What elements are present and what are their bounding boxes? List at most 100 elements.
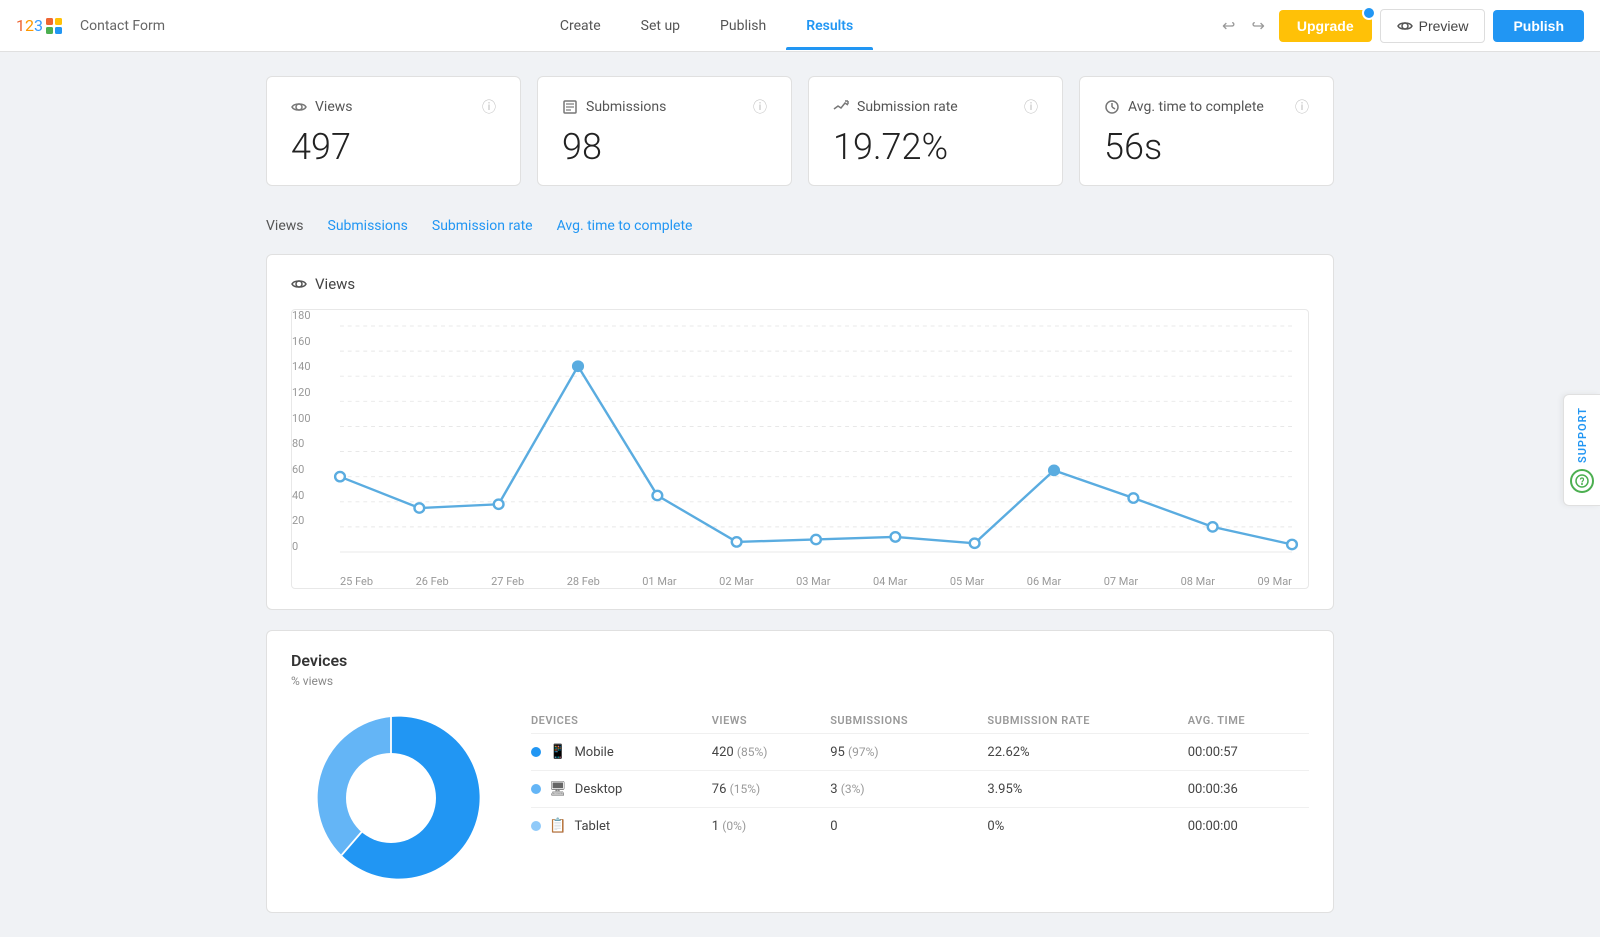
device-name-label: Desktop (575, 782, 623, 797)
devices-subtitle: % views (291, 674, 1309, 688)
stat-card-submissions-header: Submissions ⓘ (562, 97, 767, 117)
stat-card-views-header: Views ⓘ (291, 97, 496, 117)
tab-avg-time[interactable]: Avg. time to complete (557, 214, 693, 238)
device-type-icon: 🖥 (549, 781, 567, 797)
chart-container: 180 160 140 120 100 80 60 40 20 0 25 Feb… (291, 309, 1309, 589)
views-chart-panel: Views (266, 254, 1334, 610)
nav-set-up[interactable]: Set up (621, 2, 700, 50)
chart-panel-title: Views (291, 275, 1309, 293)
stat-avg-time-value: 56s (1104, 129, 1309, 165)
col-devices: DEVICES (531, 708, 712, 734)
avg-time-info-icon[interactable]: ⓘ (1295, 97, 1309, 117)
device-name-cell: 📱 Mobile (531, 734, 712, 771)
stat-views-label: Views (291, 99, 353, 115)
logo: 1 2 3 (16, 16, 64, 36)
col-submission-rate: SUBMISSION RATE (987, 708, 1187, 734)
views-icon (291, 99, 307, 115)
device-views: 76 (15%) (712, 771, 830, 808)
device-row-desktop: 🖥 Desktop 76 (15%) 3 (3%) 3.95% 00:00:36 (531, 771, 1309, 808)
device-name-label: Mobile (574, 745, 613, 760)
views-chart-svg (340, 326, 1292, 552)
nav-results[interactable]: Results (786, 2, 873, 50)
stat-card-views: Views ⓘ 497 (266, 76, 521, 186)
support-icon (1570, 469, 1594, 493)
device-submission-rate: 0% (987, 808, 1187, 845)
device-name-label: Tablet (574, 819, 610, 834)
device-row-mobile: 📱 Mobile 420 (85%) 95 (97%) 22.62% 00:00… (531, 734, 1309, 771)
preview-button[interactable]: Preview (1380, 9, 1486, 43)
stat-card-submission-rate: Submission rate ⓘ 19.72% (808, 76, 1063, 186)
stat-submission-rate-label: Submission rate (833, 99, 958, 115)
redo-button[interactable]: ↪ (1245, 10, 1270, 42)
upgrade-button[interactable]: Upgrade (1279, 10, 1372, 42)
col-avg-time: AVG. TIME (1188, 708, 1309, 734)
chart-tabs: Views Submissions Submission rate Avg. t… (266, 214, 1334, 238)
stat-card-avg-time-header: Avg. time to complete ⓘ (1104, 97, 1309, 117)
eye-icon (1397, 18, 1413, 34)
chart-views-icon (291, 276, 307, 292)
undo-redo-group: ↩ ↪ (1216, 10, 1271, 42)
logo-digit-3: 3 (34, 16, 43, 35)
x-axis-labels: 25 Feb 26 Feb 27 Feb 28 Feb 01 Mar 02 Ma… (340, 575, 1292, 588)
tab-submission-rate[interactable]: Submission rate (432, 214, 533, 238)
submissions-info-icon[interactable]: ⓘ (753, 97, 767, 117)
logo-digit-2: 2 (25, 16, 34, 35)
col-views: VIEWS (712, 708, 830, 734)
support-label: SUPPORT (1576, 407, 1589, 463)
device-avg-time: 00:00:36 (1188, 771, 1309, 808)
y-axis-labels: 180 160 140 120 100 80 60 40 20 0 (292, 310, 311, 552)
pie-svg (291, 708, 491, 888)
main-content: Views ⓘ 497 Submissions ⓘ 98 (250, 52, 1350, 937)
device-name-cell: 🖥 Desktop (531, 771, 712, 808)
undo-button[interactable]: ↩ (1216, 10, 1241, 42)
form-title: Contact Form (80, 18, 165, 34)
avg-time-icon (1104, 99, 1120, 115)
device-views: 420 (85%) (712, 734, 830, 771)
device-type-icon: 📱 (549, 744, 566, 760)
stat-avg-time-label: Avg. time to complete (1104, 99, 1264, 115)
device-submission-rate: 22.62% (987, 734, 1187, 771)
views-info-icon[interactable]: ⓘ (482, 97, 496, 117)
stat-submissions-value: 98 (562, 129, 767, 165)
device-name-cell: 📋 Tablet (531, 808, 712, 845)
device-row-tablet: 📋 Tablet 1 (0%) 0 0% 00:00:00 (531, 808, 1309, 845)
header-actions: ↩ ↪ Upgrade Preview Publish (1216, 9, 1584, 43)
submission-rate-info-icon[interactable]: ⓘ (1024, 97, 1038, 117)
stat-views-value: 497 (291, 129, 496, 165)
col-submissions: SUBMISSIONS (830, 708, 987, 734)
stat-card-submission-rate-header: Submission rate ⓘ (833, 97, 1038, 117)
devices-content: DEVICES VIEWS SUBMISSIONS SUBMISSION RAT… (291, 708, 1309, 892)
device-submissions: 3 (3%) (830, 771, 987, 808)
submissions-icon (562, 99, 578, 115)
device-avg-time: 00:00:00 (1188, 808, 1309, 845)
stat-submission-rate-value: 19.72% (833, 129, 1038, 165)
device-submission-rate: 3.95% (987, 771, 1187, 808)
devices-panel: Devices % views (266, 630, 1334, 913)
stats-grid: Views ⓘ 497 Submissions ⓘ 98 (266, 76, 1334, 186)
stat-submissions-label: Submissions (562, 99, 666, 115)
device-avg-time: 00:00:57 (1188, 734, 1309, 771)
tab-views[interactable]: Views (266, 214, 304, 238)
nav-create[interactable]: Create (540, 2, 621, 50)
device-submissions: 0 (830, 808, 987, 845)
device-dot (531, 784, 541, 794)
logo-digit-1: 1 (16, 16, 25, 35)
device-submissions: 95 (97%) (830, 734, 987, 771)
device-dot (531, 821, 541, 831)
stat-card-avg-time: Avg. time to complete ⓘ 56s (1079, 76, 1334, 186)
logo-icon (44, 16, 64, 36)
tab-submissions[interactable]: Submissions (328, 214, 408, 238)
device-dot (531, 747, 541, 757)
pie-chart (291, 708, 491, 892)
main-nav: Create Set up Publish Results (197, 2, 1216, 50)
devices-table: DEVICES VIEWS SUBMISSIONS SUBMISSION RAT… (531, 708, 1309, 844)
device-type-icon: 📋 (549, 818, 566, 834)
header: 1 2 3 Contact Form Create Set up Publish… (0, 0, 1600, 52)
devices-title: Devices (291, 651, 1309, 670)
support-sidebar[interactable]: SUPPORT (1563, 394, 1600, 506)
submission-rate-icon (833, 99, 849, 115)
device-views: 1 (0%) (712, 808, 830, 845)
stat-card-submissions: Submissions ⓘ 98 (537, 76, 792, 186)
nav-publish[interactable]: Publish (700, 2, 786, 50)
publish-button[interactable]: Publish (1493, 10, 1584, 42)
